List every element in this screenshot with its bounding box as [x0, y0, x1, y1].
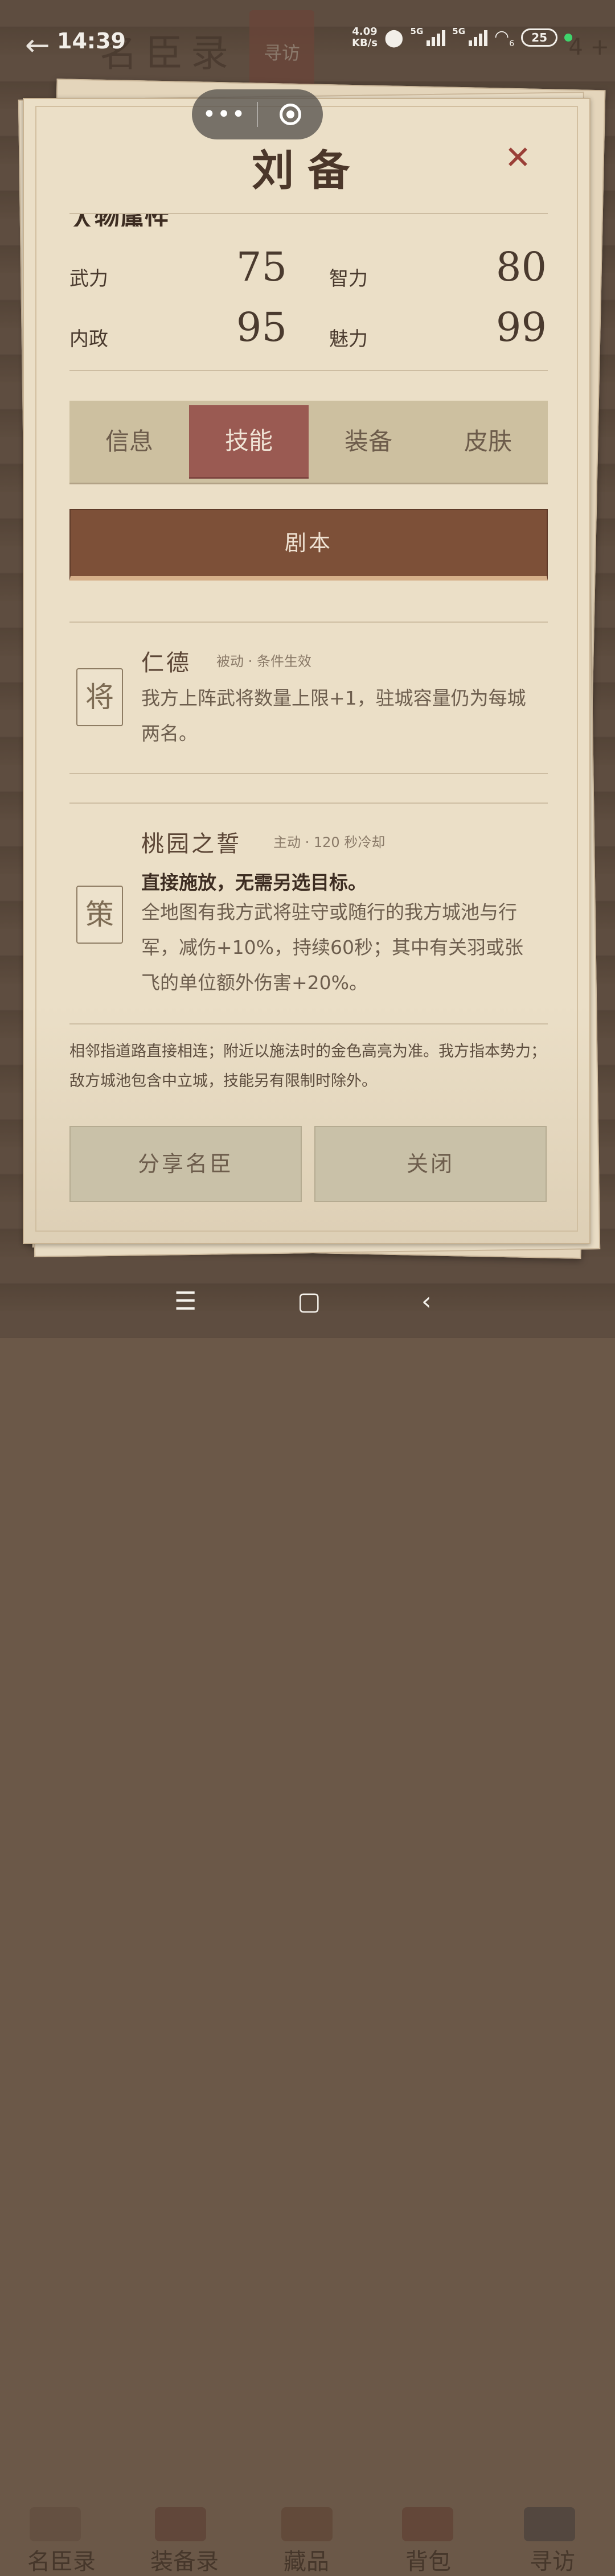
location-icon: ⬤: [384, 27, 404, 48]
network-speed-value: 4.09: [352, 26, 378, 38]
weapons-icon: [155, 2507, 206, 2541]
bag-icon: [402, 2507, 453, 2541]
status-bar: ← 14:39 4.09 KB/s ⬤ 5G 5G ◠6 25: [0, 0, 615, 80]
more-icon[interactable]: •••: [192, 103, 257, 126]
book-icon: [524, 2507, 575, 2541]
attr-value-charisma: 99: [495, 304, 547, 351]
attr-label-politics: 内政: [69, 328, 108, 351]
sim2-network: 5G: [452, 26, 466, 36]
skill-type: 主动 · 120 秒冷却: [273, 834, 386, 850]
divider: [69, 370, 548, 371]
back-arrow-icon[interactable]: ←: [25, 30, 50, 61]
sim1-network: 5G: [410, 26, 424, 36]
skill-emphasis: 直接施放，无需另选目标。: [141, 871, 367, 894]
network-speed-unit: KB/s: [352, 37, 378, 49]
divider: [69, 803, 548, 804]
menu-icon[interactable]: ☰: [174, 1287, 196, 1316]
skill-seal-general: 将: [76, 668, 123, 726]
skill-seal-strategy: 策: [76, 886, 123, 944]
exit-miniprogram-icon[interactable]: [258, 104, 323, 125]
divider: [69, 1023, 548, 1024]
signal-icon: [469, 29, 488, 46]
skill-type: 被动 · 条件生效: [216, 653, 311, 669]
wifi-badge: 6: [509, 39, 515, 48]
network-speed: 4.09 KB/s: [352, 26, 378, 49]
attr-value-politics: 95: [236, 304, 287, 351]
section-title: 人物属性: [69, 214, 170, 227]
close-icon[interactable]: ✕: [505, 141, 531, 175]
attr-label-charisma: 魅力: [329, 328, 368, 351]
home-icon[interactable]: ▢: [297, 1287, 321, 1316]
nav-heroes[interactable]: 名臣录: [27, 2543, 96, 2576]
attr-value-intellect: 80: [495, 244, 547, 290]
nav-equipment[interactable]: 装备录: [150, 2543, 219, 2576]
hero-icon: [30, 2507, 81, 2541]
skill-description: 全地图有我方武将驻守或随行的我方城池与行军，减伤+10%，持续60秒；其中有关羽…: [141, 901, 523, 994]
tab-skills[interactable]: 技能: [189, 405, 309, 477]
miniprogram-capsule: •••: [192, 89, 323, 139]
attr-label-force: 武力: [69, 268, 108, 290]
clock: 14:39: [57, 28, 126, 54]
tab-info[interactable]: 信息: [69, 401, 189, 483]
nav-backpack[interactable]: 背包: [405, 2543, 451, 2576]
back-icon[interactable]: ‹: [421, 1287, 432, 1316]
divider: [69, 622, 548, 623]
script-button[interactable]: 剧本: [69, 509, 548, 581]
skill-footnote: 相邻指道路直接相连；附近以施法时的金色高亮为准。我方指本势力；敌方城池包含中立城…: [69, 1043, 546, 1090]
tab-skins[interactable]: 皮肤: [428, 401, 548, 483]
close-button[interactable]: 关闭: [314, 1126, 547, 1202]
section-header-clip: 人物属性: [69, 214, 548, 227]
status-icons: 4.09 KB/s ⬤ 5G 5G ◠6 25: [352, 26, 573, 49]
skill-description: 我方上阵武将数量上限+1，驻城容量仍为每城两名。: [141, 687, 526, 744]
attr-label-intellect: 智力: [329, 268, 368, 290]
battery-icon: 25: [521, 28, 558, 47]
skill-name: 桃园之誓: [141, 831, 241, 857]
nav-collection[interactable]: 藏品: [284, 2543, 329, 2576]
divider: [69, 773, 548, 774]
nav-search[interactable]: 寻访: [530, 2543, 575, 2576]
skill-name: 仁德: [141, 650, 191, 676]
tab-equipment[interactable]: 装备: [309, 401, 428, 483]
wifi-icon: ◠6: [494, 27, 515, 48]
signal-icon: [427, 29, 446, 46]
privacy-indicator: [564, 34, 573, 42]
detail-tabs: 信息 技能 装备 皮肤: [69, 401, 548, 484]
share-hero-button[interactable]: 分享名臣: [69, 1126, 302, 1202]
chest-icon: [281, 2507, 333, 2541]
attr-value-force: 75: [236, 244, 287, 290]
